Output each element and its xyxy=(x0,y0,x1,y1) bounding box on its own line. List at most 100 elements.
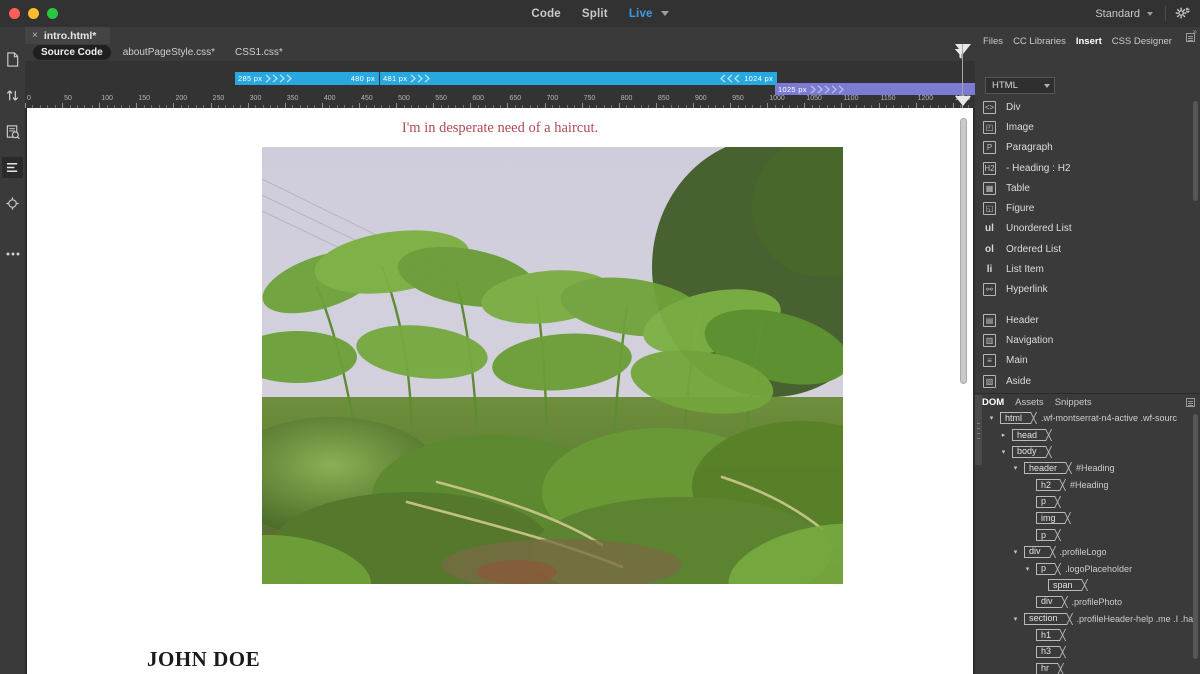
tab-files[interactable]: Files xyxy=(983,36,1003,47)
right-panel-dock: ›› Files CC Libraries Insert CSS Designe… xyxy=(975,27,1200,674)
related-file-aboutpagestyle-css[interactable]: aboutPageStyle.css* xyxy=(115,45,223,60)
insert-item-unordered-list[interactable]: ul Unordered List xyxy=(975,219,1200,239)
close-icon[interactable]: × xyxy=(32,30,38,41)
close-window-button[interactable] xyxy=(9,8,20,19)
tab-cc-libraries[interactable]: CC Libraries xyxy=(1013,36,1066,47)
page-vertical-scrollbar[interactable] xyxy=(960,118,967,384)
page-photo[interactable] xyxy=(262,147,843,584)
ruler-label: 1150 xyxy=(879,95,896,102)
insert-item-figure[interactable]: ◱Figure xyxy=(975,198,1200,218)
dom-tree-node[interactable]: ▸head xyxy=(975,427,1200,444)
view-mode-live[interactable]: Live xyxy=(629,8,653,20)
chevron-down-icon[interactable]: ▾ xyxy=(999,448,1008,456)
zoom-window-button[interactable] xyxy=(47,8,58,19)
dom-tree-node[interactable]: hr xyxy=(975,660,1200,674)
chevron-down-icon[interactable]: ▾ xyxy=(1023,565,1032,573)
insert-item-navigation[interactable]: ▥Navigation xyxy=(975,330,1200,350)
chevron-down-icon[interactable]: ▾ xyxy=(1011,464,1020,472)
chevron-right-icon xyxy=(809,84,849,95)
insert-item-paragraph[interactable]: PParagraph xyxy=(975,138,1200,158)
target-icon[interactable] xyxy=(2,193,23,214)
image-icon: ◰ xyxy=(983,121,996,134)
ruler-label: 1200 xyxy=(916,95,934,102)
more-options-icon[interactable] xyxy=(2,243,23,264)
table-icon: ▦ xyxy=(983,182,996,195)
dom-tree-node[interactable]: p xyxy=(975,493,1200,510)
workspace-label[interactable]: Standard xyxy=(1095,8,1140,20)
chevron-down-icon[interactable] xyxy=(1147,12,1153,16)
insert-item-table[interactable]: ▦Table xyxy=(975,178,1200,198)
fern-photograph xyxy=(262,147,843,584)
view-mode-split[interactable]: Split xyxy=(582,8,608,20)
dom-tree-node[interactable]: ▾section.profileHeader-help .me .I .hav xyxy=(975,610,1200,627)
document-tab-intro-html[interactable]: × intro.html* xyxy=(25,27,110,44)
dom-tree-node[interactable]: p xyxy=(975,527,1200,544)
ruler-label: 950 xyxy=(730,95,744,102)
chevron-down-icon[interactable] xyxy=(661,11,669,16)
dom-tree-node[interactable]: div.profilePhoto xyxy=(975,594,1200,611)
live-preview-page[interactable]: I'm in desperate need of a haircut. xyxy=(27,108,973,674)
chevron-right-icon[interactable]: ▸ xyxy=(999,431,1008,439)
minimize-window-button[interactable] xyxy=(28,8,39,19)
horizontal-ruler[interactable]: 0501001502002503003504004505005506006507… xyxy=(25,95,975,108)
traffic-light-controls xyxy=(0,8,58,19)
insert-category-select[interactable]: HTML xyxy=(985,77,1055,94)
dom-node-selector: .profileLogo xyxy=(1060,547,1107,557)
dom-tree-node[interactable]: span xyxy=(975,577,1200,594)
insert-item-hyperlink[interactable]: ⚯Hyperlink xyxy=(975,280,1200,300)
dom-tree-node[interactable]: h2#Heading xyxy=(975,477,1200,494)
related-file-source-code[interactable]: Source Code xyxy=(33,45,111,60)
insert-item-label: Hyperlink xyxy=(1006,284,1048,295)
insert-panel-tabs: Files CC Libraries Insert CSS Designer xyxy=(975,33,1200,49)
tab-css-designer[interactable]: CSS Designer xyxy=(1112,36,1172,47)
dom-tree-node[interactable]: ▾ header #Heading xyxy=(975,460,1200,477)
insert-item-div[interactable]: <> Div xyxy=(975,97,1200,117)
tab-insert[interactable]: Insert xyxy=(1076,36,1102,47)
insert-item-list-item[interactable]: liList Item xyxy=(975,259,1200,279)
dom-tree-node[interactable]: ▾div.profileLogo xyxy=(975,544,1200,561)
view-mode-code[interactable]: Code xyxy=(531,8,561,20)
chevron-down-icon[interactable]: ▾ xyxy=(1011,615,1020,623)
related-file-css1-css[interactable]: CSS1.css* xyxy=(227,45,291,60)
dom-node-selector: #Heading xyxy=(1076,463,1115,473)
insert-item-label: Div xyxy=(1006,102,1020,113)
insert-item-image[interactable]: ◰Image xyxy=(975,117,1200,137)
tab-assets[interactable]: Assets xyxy=(1015,397,1044,408)
ruler-label: 550 xyxy=(433,95,447,102)
sort-arrows-icon[interactable] xyxy=(2,85,23,106)
insert-item-main[interactable]: ≡Main xyxy=(975,351,1200,371)
insert-item-aside[interactable]: ▧Aside xyxy=(975,371,1200,391)
dom-tree-node[interactable]: h1 xyxy=(975,627,1200,644)
dom-tree-node[interactable]: h3 xyxy=(975,644,1200,661)
unordered-list-icon: ul xyxy=(983,222,996,235)
tab-snippets[interactable]: Snippets xyxy=(1055,397,1092,408)
insert-item-ordered-list[interactable]: olOrdered List xyxy=(975,239,1200,259)
dom-tree-scrollbar[interactable] xyxy=(1193,414,1198,659)
dom-tree-node[interactable]: img xyxy=(975,510,1200,527)
panel-menu-icon[interactable] xyxy=(1186,33,1195,42)
dom-tree-node[interactable]: ▾html.wf-montserrat-n4-active .wf-sourc xyxy=(975,410,1200,427)
dom-panel-menu-icon[interactable] xyxy=(1186,398,1195,407)
insert-item-heading-h2[interactable]: H2- Heading : H2 xyxy=(975,158,1200,178)
viewport-width-handle-bottom[interactable] xyxy=(955,96,971,106)
dom-tree-node[interactable]: ▾p.logoPlaceholder xyxy=(975,560,1200,577)
file-icon[interactable] xyxy=(2,49,23,70)
code-inspect-icon[interactable] xyxy=(2,121,23,142)
viewport-width-handle-top[interactable] xyxy=(955,44,971,54)
chevron-down-icon[interactable]: ▾ xyxy=(1011,548,1020,556)
insert-list-scrollbar[interactable] xyxy=(1193,101,1198,201)
panel-resize-grip[interactable] xyxy=(975,395,982,465)
chevron-down-icon[interactable]: ▾ xyxy=(987,414,996,422)
dom-tree-node[interactable]: ▾body xyxy=(975,443,1200,460)
insert-item-header[interactable]: ▤Header xyxy=(975,310,1200,330)
dreamweaver-window: Code Split Live Standard xyxy=(0,0,1200,674)
ruler-label: 50 xyxy=(62,95,72,102)
tab-dom[interactable]: DOM xyxy=(982,397,1004,408)
insert-list-separator xyxy=(975,300,1200,310)
insert-item-label: Unordered List xyxy=(1006,223,1072,234)
properties-icon[interactable] xyxy=(2,157,23,178)
div-icon: <> xyxy=(983,101,996,114)
gear-icon[interactable] xyxy=(1175,6,1190,21)
dom-node-tag: header xyxy=(1024,462,1060,474)
related-files-bar: Source Code aboutPageStyle.css* CSS1.css… xyxy=(25,44,975,61)
